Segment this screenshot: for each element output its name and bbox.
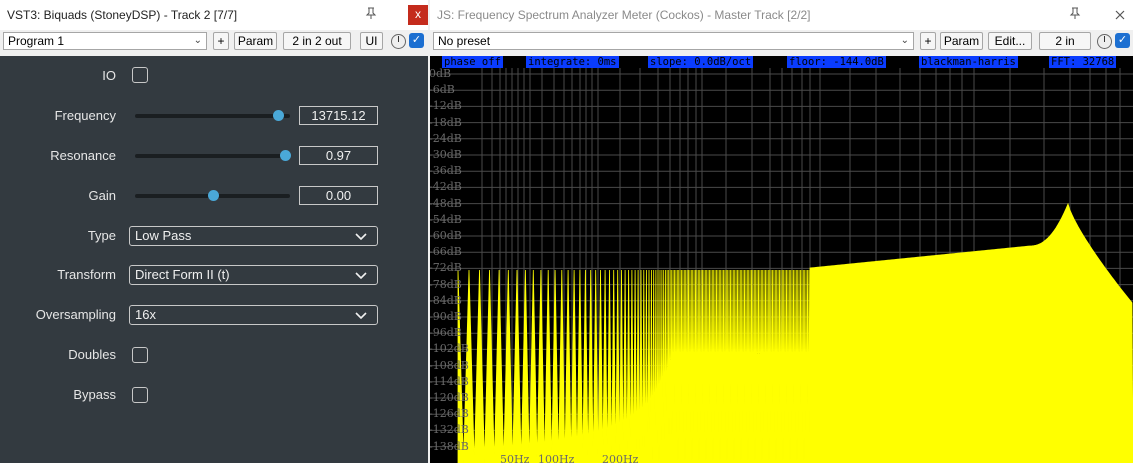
- db-tick-label: -84dB: [430, 293, 462, 307]
- io-routing-button[interactable]: 2 in: [1039, 32, 1091, 50]
- type-value: Low Pass: [135, 228, 192, 243]
- gain-slider[interactable]: [135, 190, 290, 201]
- frequency-slider[interactable]: [135, 110, 290, 121]
- transform-label: Transform: [57, 267, 116, 282]
- doubles-checkbox[interactable]: [132, 347, 148, 363]
- io-routing-button[interactable]: 2 in 2 out: [283, 32, 351, 50]
- db-tick-label: -114dB: [430, 374, 469, 388]
- db-tick-label: -126dB: [430, 407, 469, 421]
- add-preset-button[interactable]: +: [213, 32, 229, 50]
- wet-knob-icon[interactable]: [391, 34, 406, 49]
- info-5[interactable]: FFT: 32768: [1049, 56, 1117, 68]
- io-label: IO: [102, 68, 116, 83]
- gain-slider-thumb[interactable]: [207, 190, 219, 201]
- title-bar[interactable]: VST3: Biquads (StoneyDSP) - Track 2 [7/7…: [0, 0, 428, 30]
- resonance-slider-thumb[interactable]: [280, 150, 292, 161]
- db-tick-label: -48dB: [430, 196, 462, 210]
- chevron-down-icon: [355, 233, 367, 240]
- title-bar[interactable]: JS: Frequency Spectrum Analyzer Meter (C…: [430, 0, 1133, 30]
- edit-button[interactable]: Edit...: [988, 32, 1032, 50]
- add-preset-button[interactable]: +: [920, 32, 936, 50]
- info-3[interactable]: floor: -144.0dB: [787, 56, 886, 68]
- db-tick-label: -138dB: [430, 439, 469, 453]
- preset-dropdown[interactable]: No preset ⌄: [433, 32, 914, 50]
- oversampling-dropdown[interactable]: 16x: [129, 305, 378, 325]
- db-tick-label: -24dB: [430, 131, 462, 145]
- pin-icon[interactable]: [364, 7, 378, 21]
- db-tick-label: -108dB: [430, 358, 469, 372]
- enable-checkbox[interactable]: ✓: [409, 33, 424, 48]
- transform-value: Direct Form II (t): [135, 267, 230, 282]
- wet-knob-icon[interactable]: [1097, 34, 1112, 49]
- chevron-down-icon: ⌄: [900, 35, 909, 46]
- hz-tick-label: 100Hz: [538, 453, 575, 463]
- bypass-label: Bypass: [73, 387, 116, 402]
- oversampling-value: 16x: [135, 307, 156, 322]
- db-tick-label: -42dB: [430, 180, 462, 194]
- preset-dropdown[interactable]: Program 1 ⌄: [3, 32, 207, 50]
- db-tick-label: -96dB: [430, 326, 462, 340]
- db-tick-label: -72dB: [430, 261, 462, 275]
- db-tick-label: -78dB: [430, 277, 462, 291]
- enable-checkbox[interactable]: ✓: [1115, 33, 1130, 48]
- spectrum-display[interactable]: 0dB -6dB -12dB -18dB -24dB -30dB -36dB -42dB -48…: [430, 56, 1133, 463]
- param-button[interactable]: Param: [940, 32, 983, 50]
- preset-value: Program 1: [8, 34, 65, 48]
- chevron-down-icon: [355, 272, 367, 279]
- oversampling-label: Oversampling: [35, 307, 116, 322]
- spectrum-graph: [430, 68, 1133, 463]
- hz-tick-label: 50Hz: [500, 453, 530, 463]
- gain-label: Gain: [88, 188, 116, 203]
- db-tick-label: -120dB: [430, 391, 469, 404]
- resonance-value[interactable]: 0.97: [299, 146, 378, 165]
- db-tick-label: -132dB: [430, 423, 469, 437]
- db-tick-label: 0dB: [430, 67, 452, 80]
- info-0[interactable]: phase off: [442, 56, 503, 68]
- plugin-panel: IO Frequency 13715.12 Resonance 0.97 Gai…: [0, 56, 428, 463]
- window-title: JS: Frequency Spectrum Analyzer Meter (C…: [437, 8, 811, 22]
- info-4[interactable]: blackman-harris: [919, 56, 1018, 68]
- db-tick-label: -18dB: [430, 115, 462, 129]
- db-tick-label: -60dB: [430, 229, 462, 242]
- frequency-label: Frequency: [54, 108, 116, 123]
- close-button[interactable]: x: [408, 5, 428, 25]
- chevron-down-icon: ⌄: [193, 35, 202, 46]
- pin-icon[interactable]: [1068, 7, 1082, 21]
- info-2[interactable]: slope: 0.0dB/oct: [648, 56, 754, 68]
- resonance-slider[interactable]: [135, 150, 292, 161]
- db-tick-label: -90dB: [430, 310, 462, 323]
- type-dropdown[interactable]: Low Pass: [129, 226, 378, 246]
- chevron-down-icon: [355, 312, 367, 319]
- preset-value: No preset: [438, 34, 491, 48]
- db-tick-label: -102dB: [430, 342, 469, 356]
- frequency-value[interactable]: 13715.12: [299, 106, 378, 125]
- db-tick-label: -12dB: [430, 99, 462, 113]
- db-tick-label: -66dB: [430, 245, 462, 259]
- db-tick-label: -36dB: [430, 164, 462, 178]
- close-icon[interactable]: [1110, 5, 1130, 25]
- param-button[interactable]: Param: [234, 32, 277, 50]
- biquads-plugin-window: VST3: Biquads (StoneyDSP) - Track 2 [7/7…: [0, 0, 428, 463]
- hz-tick-label: 200Hz: [602, 453, 639, 463]
- type-label: Type: [87, 228, 116, 243]
- transform-dropdown[interactable]: Direct Form II (t): [129, 265, 378, 285]
- window-title: VST3: Biquads (StoneyDSP) - Track 2 [7/7…: [7, 8, 238, 22]
- fx-toolbar: No preset ⌄ + Param Edit... 2 in ✓: [430, 30, 1133, 54]
- spectrum-analyzer-window: JS: Frequency Spectrum Analyzer Meter (C…: [430, 0, 1133, 463]
- db-tick-label: -54dB: [430, 212, 462, 226]
- resonance-label: Resonance: [50, 148, 116, 163]
- info-1[interactable]: integrate: 0ms: [526, 56, 619, 68]
- db-tick-label: -6dB: [430, 83, 455, 97]
- doubles-label: Doubles: [68, 347, 116, 362]
- db-tick-label: -30dB: [430, 148, 462, 161]
- frequency-slider-thumb[interactable]: [272, 110, 284, 121]
- ui-button[interactable]: UI: [360, 32, 383, 50]
- fx-toolbar: Program 1 ⌄ + Param 2 in 2 out UI ✓: [0, 30, 428, 54]
- io-checkbox[interactable]: [132, 67, 148, 83]
- bypass-checkbox[interactable]: [132, 387, 148, 403]
- gain-value[interactable]: 0.00: [299, 186, 378, 205]
